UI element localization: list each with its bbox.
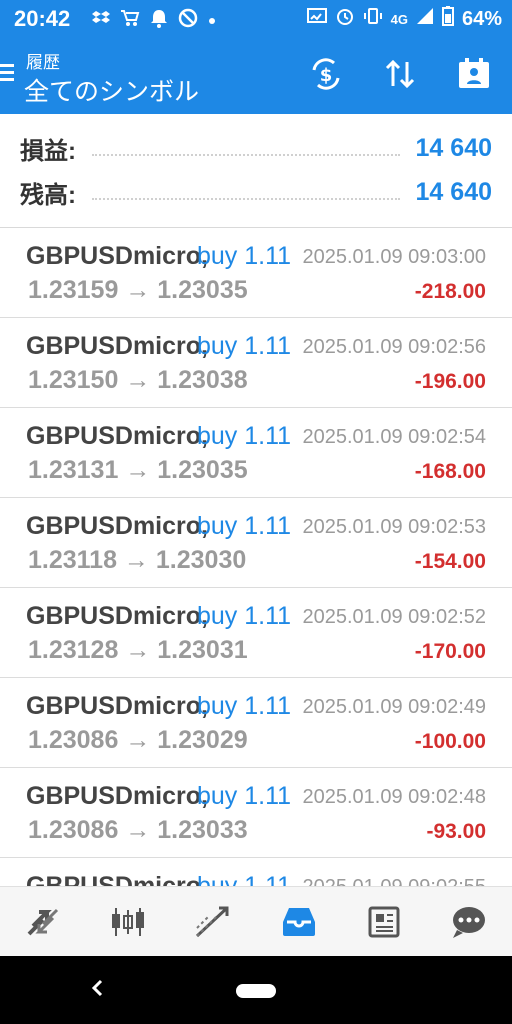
signal-icon	[416, 7, 434, 31]
trade-side: buy 1.11	[197, 422, 292, 450]
chart-icon[interactable]	[85, 887, 170, 957]
trade-prices: 1.23128 → 1.23031	[28, 636, 248, 664]
back-icon[interactable]	[90, 978, 104, 1004]
trade-row[interactable]: GBPUSDmicro, buy 1.11 2025.01.09 09:02:5…	[0, 858, 512, 886]
trade-row[interactable]: GBPUSDmicro, buy 1.11 2025.01.09 09:02:5…	[0, 588, 512, 678]
balance-row: 残高: 14 640	[20, 170, 492, 214]
page-title[interactable]: 全てのシンボル	[24, 72, 199, 108]
currency-exchange-icon[interactable]: $	[306, 54, 346, 94]
balance-value: 14 640	[415, 177, 492, 206]
vibrate-icon	[363, 6, 383, 32]
status-left-icons	[92, 8, 216, 33]
trade-profit: -93.00	[426, 820, 486, 843]
trade-profit: -218.00	[414, 280, 486, 303]
status-time: 20:42	[14, 6, 71, 31]
status-bar: 20:42 4G 64%	[0, 0, 512, 36]
home-button[interactable]	[236, 984, 276, 998]
profit-label: 損益:	[20, 137, 76, 165]
trade-time: 2025.01.09 09:02:48	[302, 786, 486, 808]
trade-row[interactable]: GBPUSDmicro, buy 1.11 2025.01.09 09:03:0…	[0, 228, 512, 318]
system-navigation-bar	[0, 956, 512, 1024]
trade-prices: 1.23131 → 1.23035	[28, 456, 248, 484]
network-label: 4G	[390, 11, 408, 27]
trade-prices: 1.23118 → 1.23030	[28, 546, 247, 574]
trade-symbol: GBPUSDmicro,	[26, 512, 208, 540]
trade-side: buy 1.11	[197, 242, 292, 270]
trade-row[interactable]: GBPUSDmicro, buy 1.11 2025.01.09 09:02:4…	[0, 768, 512, 858]
battery-icon	[441, 6, 454, 32]
trade-profit: -168.00	[414, 460, 486, 483]
trade-time: 2025.01.09 09:02:49	[302, 696, 486, 718]
summary-panel: 損益: 14 640 残高: 14 640	[0, 114, 512, 228]
trade-prices: 1.23086 → 1.23029	[28, 726, 248, 754]
trade-profit: -100.00	[414, 730, 486, 753]
trade-side: buy 1.11	[197, 512, 292, 540]
dotted-leader	[92, 198, 400, 200]
trade-row[interactable]: GBPUSDmicro, buy 1.11 2025.01.09 09:02:5…	[0, 408, 512, 498]
app-subtitle: 履歴	[26, 53, 60, 72]
profit-value: 14 640	[415, 133, 492, 162]
trade-side: buy 1.11	[197, 872, 292, 886]
trade-time: 2025.01.09 09:02:52	[302, 606, 486, 628]
dotted-leader	[92, 154, 400, 156]
trade-time: 2025.01.09 09:03:00	[302, 246, 486, 268]
trade-row[interactable]: GBPUSDmicro, buy 1.11 2025.01.09 09:02:4…	[0, 678, 512, 768]
dot-icon	[208, 12, 216, 30]
trade-history-list[interactable]: GBPUSDmicro, buy 1.11 2025.01.09 09:03:0…	[0, 228, 512, 886]
trade-time: 2025.01.09 09:02:55	[302, 876, 486, 886]
svg-text:$: $	[320, 65, 333, 86]
cart-icon	[120, 9, 140, 32]
trade-prices: 1.23159 → 1.23035	[28, 276, 248, 304]
trade-symbol: GBPUSDmicro,	[26, 782, 208, 810]
trade-row[interactable]: GBPUSDmicro, buy 1.11 2025.01.09 09:02:5…	[0, 318, 512, 408]
bottom-navigation	[0, 886, 512, 956]
status-right-icons: 4G 64%	[306, 6, 502, 32]
trade-side: buy 1.11	[197, 782, 292, 810]
trade-time: 2025.01.09 09:02:54	[302, 426, 486, 448]
calendar-icon[interactable]	[454, 54, 494, 94]
trade-prices: 1.23086 → 1.23033	[28, 816, 248, 844]
news-icon[interactable]	[341, 887, 426, 957]
trade-symbol: GBPUSDmicro,	[26, 422, 208, 450]
trade-side: buy 1.11	[197, 692, 292, 720]
trade-profit: -196.00	[414, 370, 486, 393]
alarm-icon	[335, 6, 355, 32]
battery-percent: 64%	[461, 7, 502, 30]
profit-row: 損益: 14 640	[20, 126, 492, 170]
trade-time: 2025.01.09 09:02:56	[302, 336, 486, 358]
trade-row[interactable]: GBPUSDmicro, buy 1.11 2025.01.09 09:02:5…	[0, 498, 512, 588]
trade-symbol: GBPUSDmicro,	[26, 332, 208, 360]
messages-icon[interactable]	[427, 887, 512, 957]
dropbox-icon	[92, 9, 110, 32]
quotes-icon[interactable]	[0, 887, 85, 957]
trade-profit: -154.00	[414, 550, 486, 573]
trade-symbol: GBPUSDmicro,	[26, 602, 208, 630]
trade-icon[interactable]	[171, 887, 256, 957]
trade-symbol: GBPUSDmicro,	[26, 692, 208, 720]
sort-icon[interactable]	[380, 54, 420, 94]
no-disturb-icon	[178, 8, 198, 33]
trade-profit: -170.00	[414, 640, 486, 663]
bell-icon	[150, 8, 168, 33]
menu-icon[interactable]	[0, 64, 16, 84]
trade-symbol: GBPUSDmicro,	[26, 242, 208, 270]
cast-icon	[306, 7, 327, 31]
trade-time: 2025.01.09 09:02:53	[302, 516, 486, 538]
balance-label: 残高:	[20, 181, 76, 209]
trade-symbol: GBPUSDmicro,	[26, 872, 208, 886]
app-bar: 履歴 全てのシンボル $	[0, 36, 512, 114]
trade-prices: 1.23150 → 1.23038	[28, 366, 248, 394]
trade-side: buy 1.11	[197, 332, 292, 360]
history-icon[interactable]	[256, 887, 341, 957]
trade-side: buy 1.11	[197, 602, 292, 630]
